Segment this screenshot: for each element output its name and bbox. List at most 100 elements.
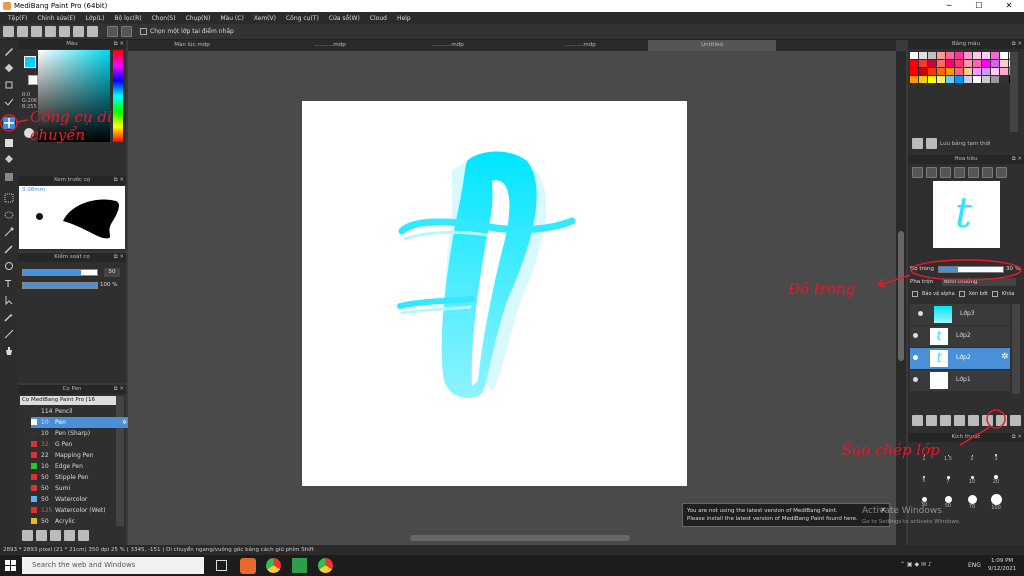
palette-swatch[interactable] xyxy=(973,68,981,75)
palette-swatch[interactable] xyxy=(991,76,999,83)
palette-swatch[interactable] xyxy=(973,52,981,59)
transform-tool-icon[interactable] xyxy=(3,96,15,108)
palette-swatch[interactable] xyxy=(1000,76,1008,83)
eraser-tool-icon[interactable] xyxy=(3,62,15,74)
minimize-icon[interactable]: ─ xyxy=(934,0,964,12)
palette-swatch[interactable] xyxy=(937,76,945,83)
new-halftone-layer-icon[interactable] xyxy=(926,415,937,426)
layer-row[interactable]: Lớp1 xyxy=(910,370,1010,391)
layer-row[interactable]: Lớp3 xyxy=(910,304,1010,325)
palette-swatch[interactable] xyxy=(955,52,963,59)
palette-swatch[interactable] xyxy=(919,76,927,83)
dot-tool-icon[interactable] xyxy=(3,79,15,91)
new-layer-icon[interactable] xyxy=(912,415,923,426)
brush-copy-icon[interactable] xyxy=(50,530,61,541)
panel-close-icon[interactable]: ⧉ ✕ xyxy=(1012,155,1022,164)
rotate-right-icon[interactable] xyxy=(982,167,993,178)
menu-window[interactable]: Cửa sổ(W) xyxy=(324,15,365,22)
palette-swatch[interactable] xyxy=(946,52,954,59)
select-tool-icon[interactable] xyxy=(3,192,15,204)
taskbar-app-green-icon[interactable] xyxy=(292,558,307,573)
list-item[interactable]: 10 Edge Pen xyxy=(31,461,129,472)
palette-swatch[interactable] xyxy=(955,60,963,67)
undo-icon[interactable] xyxy=(107,26,118,37)
brush-size-option[interactable]: 7 xyxy=(936,469,960,491)
palette-swatch[interactable] xyxy=(946,68,954,75)
chrome-icon-2[interactable] xyxy=(318,558,333,573)
palette-swatch[interactable] xyxy=(937,52,945,59)
palette-swatch[interactable] xyxy=(946,76,954,83)
eye-icon[interactable] xyxy=(913,333,918,338)
layout-icon[interactable] xyxy=(87,26,98,37)
brush-add-icon[interactable] xyxy=(22,530,33,541)
secondary-color-swatch[interactable] xyxy=(28,75,38,85)
list-item[interactable]: 10 Pen ✲ xyxy=(31,417,129,428)
select-pen-icon[interactable] xyxy=(3,243,15,255)
palette-swatch[interactable] xyxy=(964,76,972,83)
fit-icon[interactable] xyxy=(940,167,951,178)
gradient-tool-icon[interactable] xyxy=(3,171,15,183)
system-tray-icons[interactable]: ⌃ ▣ ◆ ✉ ♪ xyxy=(900,561,932,568)
clock[interactable]: 1:09 PM 9/12/2021 xyxy=(988,557,1016,573)
menu-tools[interactable]: Công cụ(T) xyxy=(281,15,324,22)
menu-file[interactable]: Tệp(F) xyxy=(3,15,32,22)
taskbar-app-paint-icon[interactable] xyxy=(240,558,256,574)
menu-help[interactable]: Help xyxy=(392,15,416,22)
palette-swatch[interactable] xyxy=(982,60,990,67)
tab-document-1[interactable]: Màn lúc.mdp xyxy=(132,40,252,51)
palette-swatch[interactable] xyxy=(910,68,918,75)
palette-swatch[interactable] xyxy=(919,52,927,59)
palette-swatch[interactable] xyxy=(955,68,963,75)
eyedropper-icon[interactable] xyxy=(3,311,15,323)
menu-select[interactable]: Chọn(S) xyxy=(147,15,181,22)
open-icon[interactable] xyxy=(31,26,42,37)
palette-swatch[interactable] xyxy=(982,52,990,59)
gear-icon[interactable]: ✲ xyxy=(1001,352,1009,362)
brush-size-option[interactable]: 10 xyxy=(960,469,984,491)
select-layer-checkbox[interactable] xyxy=(140,28,147,35)
panel-close-icon[interactable]: ⧉ ✕ xyxy=(114,40,124,49)
palette-swatch[interactable] xyxy=(991,52,999,59)
brush-opacity-slider[interactable] xyxy=(22,282,98,289)
palette-swatch[interactable] xyxy=(928,68,936,75)
menu-filter[interactable]: Bộ lọc(R) xyxy=(109,15,146,22)
navigator-thumbnail[interactable]: t xyxy=(933,181,1000,248)
list-item[interactable]: 22 Mapping Pen xyxy=(31,450,129,461)
redo-icon[interactable] xyxy=(121,26,132,37)
menu-cloud[interactable]: Cloud xyxy=(365,15,392,22)
list-item[interactable]: 125 Watercolor (Wet) xyxy=(31,505,129,516)
palette-swatch[interactable] xyxy=(919,68,927,75)
table-icon[interactable] xyxy=(73,26,84,37)
language-indicator[interactable]: ENG xyxy=(968,562,981,569)
notice-line-2[interactable]: Please install the latest version of Med… xyxy=(687,515,885,523)
taskbar-search-input[interactable]: Search the web and Windows xyxy=(22,557,204,574)
zoom-in-icon[interactable] xyxy=(912,167,923,178)
palette-swatch[interactable] xyxy=(928,52,936,59)
gear-icon[interactable]: ✲ xyxy=(122,419,127,426)
palette-swatch[interactable] xyxy=(937,60,945,67)
bucket-tool-icon[interactable] xyxy=(3,154,15,166)
cloud-icon[interactable] xyxy=(3,26,14,37)
new-file-icon[interactable] xyxy=(17,26,28,37)
grid-icon[interactable] xyxy=(59,26,70,37)
brush-size-option[interactable]: 20 xyxy=(984,469,1008,491)
menu-layer[interactable]: Lớp(L) xyxy=(81,15,110,22)
update-notice[interactable]: You are not using the latest version of … xyxy=(682,503,890,527)
menu-view[interactable]: Xem(V) xyxy=(249,15,281,22)
list-item[interactable]: 50 Acrylic xyxy=(31,516,129,527)
tab-untitled[interactable]: Untitled xyxy=(648,40,776,51)
task-view-icon[interactable] xyxy=(216,560,227,571)
brush-size-option[interactable]: 100 xyxy=(984,491,1008,513)
hand-tool-icon[interactable] xyxy=(3,345,15,357)
list-item[interactable]: 114 Pencil xyxy=(31,406,129,417)
menu-edit[interactable]: Chỉnh sửa(E) xyxy=(32,15,80,22)
duplicate-layer-icon[interactable] xyxy=(1010,415,1021,426)
eye-icon[interactable] xyxy=(913,355,918,360)
brush-folder-icon[interactable] xyxy=(64,530,75,541)
pen-tool-icon[interactable] xyxy=(3,45,15,57)
palette-swatch[interactable] xyxy=(910,76,918,83)
brush-size-option[interactable]: 5 xyxy=(912,469,936,491)
text-tool-icon[interactable]: T xyxy=(3,277,15,290)
panel-close-icon[interactable]: ⧉ ✕ xyxy=(114,176,124,185)
tab-document-4[interactable]: ...........mdp xyxy=(520,40,640,51)
